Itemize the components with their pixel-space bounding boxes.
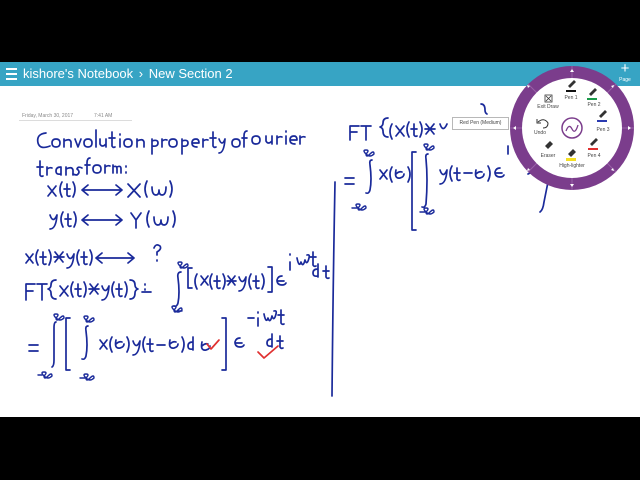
exit-draw-label: Exit Draw — [537, 104, 559, 110]
ink-divider — [331, 181, 336, 397]
hamburger-menu-icon[interactable] — [6, 68, 17, 80]
highlighter-label: High-lighter — [559, 163, 585, 169]
pen-tooltip: Red Pen (Medium) — [452, 117, 509, 130]
eraser-label: Eraser — [541, 153, 556, 159]
ink-pair-x — [47, 180, 173, 198]
ink-pair-y — [49, 210, 176, 230]
breadcrumb: kishore's Notebook › New Section 2 — [23, 66, 233, 82]
breadcrumb-separator: › — [138, 66, 144, 81]
ink-double-integral — [28, 309, 285, 381]
ink-ft-definition — [25, 251, 330, 313]
pen1-label: Pen 1 — [564, 95, 577, 101]
radial-pen-menu: Exit Draw Pen 1 Pen 2 Pen 3 Pen 4 Undo E… — [510, 66, 634, 190]
ink-title — [36, 129, 306, 178]
breadcrumb-section[interactable]: New Section 2 — [149, 66, 233, 81]
pen4-label: Pen 4 — [587, 153, 600, 159]
ink-product-line — [25, 244, 162, 269]
breadcrumb-notebook[interactable]: kishore's Notebook — [23, 66, 133, 81]
pen2-label: Pen 2 — [587, 102, 600, 108]
pen3-label: Pen 3 — [596, 127, 609, 133]
undo-label: Undo — [534, 130, 546, 136]
